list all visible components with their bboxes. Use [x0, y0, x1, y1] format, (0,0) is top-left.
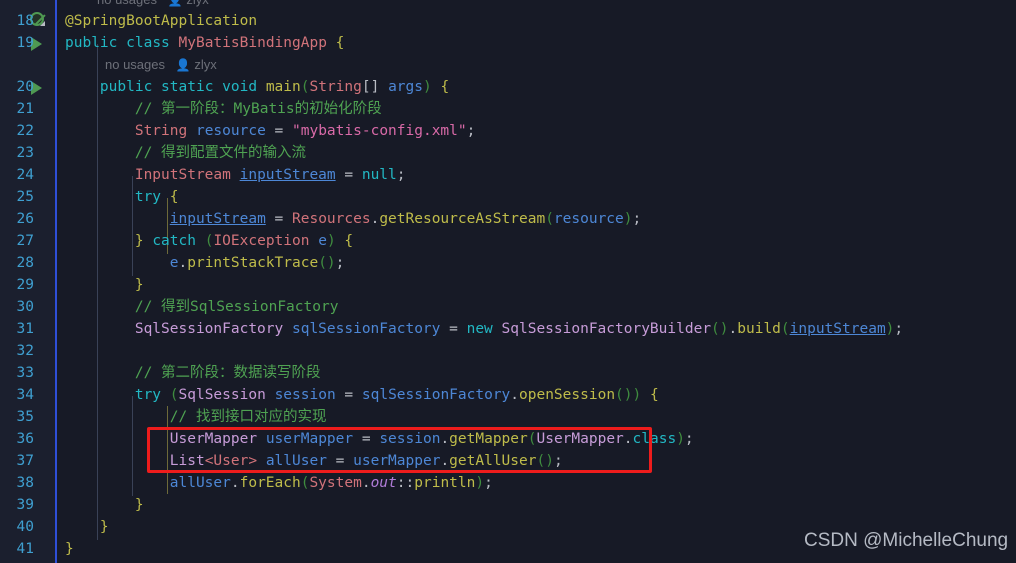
- line-number-25: 25: [16, 189, 34, 205]
- line-number-30: 30: [16, 299, 34, 315]
- line-number-26: 26: [16, 211, 34, 227]
- line-number-38: 38: [16, 475, 34, 491]
- line-number-40: 40: [16, 519, 34, 535]
- line-number-24: 24: [16, 167, 34, 183]
- line-number-19: 19: [16, 35, 34, 51]
- code-line-31: SqlSessionFactory sqlSessionFactory = ne…: [134, 321, 904, 337]
- line-number-20: 20: [16, 79, 34, 95]
- code-line-24: InputStream inputStream = null;: [134, 167, 406, 183]
- code-line-34: try (SqlSession session = sqlSessionFact…: [134, 387, 659, 403]
- line-number-18: 18: [16, 13, 34, 29]
- code-line-19: public class MyBatisBindingApp {: [65, 35, 345, 51]
- code-line-28: e.printStackTrace();: [169, 255, 345, 271]
- line-number-27: 27: [16, 233, 34, 249]
- line-number-28: 28: [16, 255, 34, 271]
- code-line-30: // 得到SqlSessionFactory: [134, 299, 339, 315]
- code-line-18: @SpringBootApplication: [65, 13, 258, 29]
- code-line-37: List<User> allUser = userMapper.getAllUs…: [169, 453, 563, 469]
- code-line-27: } catch (IOException e) {: [134, 233, 354, 249]
- inlay-hint-class-usages: no usages 👤 zlyx: [105, 57, 217, 72]
- code-line-35: // 找到接口对应的实现: [169, 409, 327, 425]
- code-line-22: String resource = "mybatis-config.xml";: [134, 123, 476, 139]
- code-line-36: UserMapper userMapper = session.getMappe…: [169, 431, 694, 447]
- line-number-34: 34: [16, 387, 34, 403]
- line-number-22: 22: [16, 123, 34, 139]
- line-number-31: 31: [16, 321, 34, 337]
- code-line-33: // 第二阶段：数据读写阶段: [134, 365, 321, 381]
- line-number-35: 35: [16, 409, 34, 425]
- code-line-20: public static void main(String[] args) {: [99, 79, 450, 95]
- code-editor-screenshot: 18 19 20 21 22 23 24 25 26 27 28 29 30 3…: [0, 0, 1016, 563]
- code-line-25: try {: [134, 189, 179, 205]
- code-line-41: }: [65, 541, 74, 557]
- line-number-41: 41: [16, 541, 34, 557]
- line-number-21: 21: [16, 101, 34, 117]
- code-line-29: }: [134, 277, 144, 293]
- code-text-area[interactable]: no usages 👤 zlyx @SpringBootApplication …: [57, 0, 1016, 563]
- code-line-39: }: [134, 497, 144, 513]
- line-number-29: 29: [16, 277, 34, 293]
- line-number-36: 36: [16, 431, 34, 447]
- line-number-39: 39: [16, 497, 34, 513]
- line-number-32: 32: [16, 343, 34, 359]
- line-number-33: 33: [16, 365, 34, 381]
- code-line-40: }: [99, 519, 109, 535]
- line-number-23: 23: [16, 145, 34, 161]
- line-number-37: 37: [16, 453, 34, 469]
- code-line-23: // 得到配置文件的输入流: [134, 145, 307, 161]
- code-line-26: inputStream = Resources.getResourceAsStr…: [169, 211, 642, 227]
- code-line-38: allUser.forEach(System.out::println);: [169, 475, 493, 491]
- code-line-21: // 第一阶段：MyBatis的初始化阶段: [134, 101, 382, 117]
- watermark-text: CSDN @MichelleChung: [804, 530, 1009, 551]
